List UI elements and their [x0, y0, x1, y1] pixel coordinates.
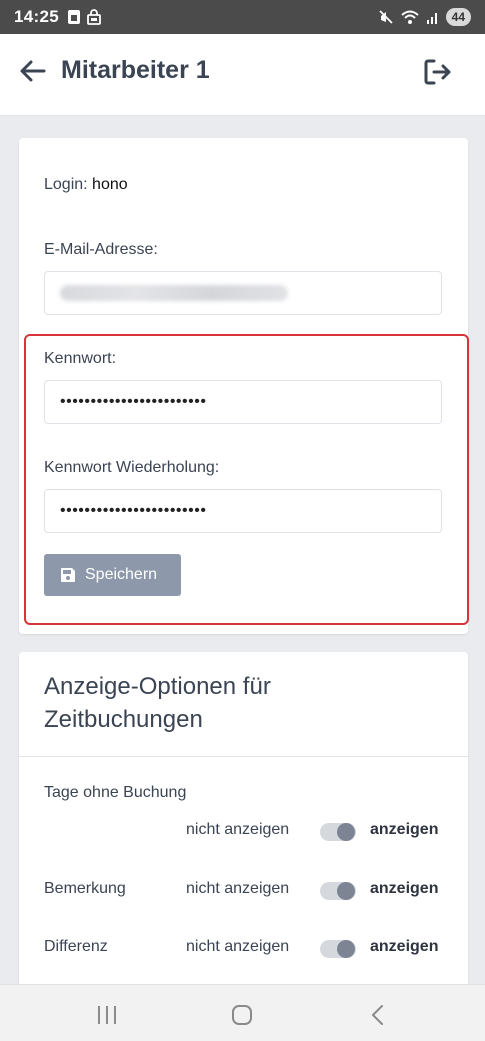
option-label-remark: Bemerkung	[44, 880, 126, 897]
email-field[interactable]	[44, 271, 442, 315]
toggle-knob	[337, 882, 355, 900]
login-info: Login: hono	[44, 176, 128, 194]
lock-icon	[86, 9, 102, 25]
recent-apps-icon[interactable]	[96, 1005, 118, 1025]
battery-indicator: 44	[445, 8, 471, 26]
home-icon[interactable]	[231, 1004, 253, 1026]
option-off-label: nicht anzeigen	[186, 938, 290, 955]
save-button[interactable]: Speichern	[44, 554, 181, 596]
option-off-label: nicht anzeigen	[186, 880, 290, 897]
display-options-card: Anzeige-Optionen für Zeitbuchungen Tage …	[19, 652, 468, 992]
login-value: hono	[92, 176, 128, 193]
wifi-icon	[400, 9, 420, 25]
password-value: ••••••••••••••••••••••••	[60, 393, 207, 410]
nav-back-icon[interactable]	[369, 1004, 387, 1026]
logout-icon[interactable]	[422, 56, 454, 88]
app-header: Mitarbeiter 1	[0, 34, 485, 116]
navigation-bar	[0, 984, 485, 1041]
mute-icon	[378, 9, 394, 25]
signal-icon	[426, 9, 440, 25]
display-options-title: Anzeige-Optionen für Zeitbuchungen	[44, 673, 271, 733]
password-field[interactable]: ••••••••••••••••••••••••	[44, 380, 442, 424]
password-repeat-field[interactable]: ••••••••••••••••••••••••	[44, 489, 442, 533]
password-label: Kennwort:	[44, 350, 117, 367]
status-bar: 14:25 44	[0, 0, 485, 34]
arrow-left-icon[interactable]	[18, 56, 48, 86]
email-label: E-Mail-Adresse:	[44, 241, 158, 258]
sim-icon	[67, 9, 81, 25]
divider	[19, 756, 468, 757]
toggle-remark[interactable]	[320, 882, 356, 900]
password-repeat-label: Kennwort Wiederholung:	[44, 459, 220, 476]
status-time: 14:25	[14, 7, 59, 26]
page-title: Mitarbeiter 1	[61, 56, 210, 84]
toggle-empty-days[interactable]	[320, 823, 356, 841]
toggle-difference[interactable]	[320, 940, 356, 958]
toggle-knob	[337, 823, 355, 841]
option-off-label: nicht anzeigen	[186, 821, 290, 838]
toggle-knob	[337, 940, 355, 958]
floppy-disk-icon	[60, 567, 76, 583]
option-on-label: anzeigen	[370, 821, 439, 838]
login-label: Login:	[44, 176, 88, 193]
password-repeat-value: ••••••••••••••••••••••••	[60, 502, 207, 519]
option-label-empty-days: Tage ohne Buchung	[44, 784, 187, 801]
email-value-blurred	[60, 285, 288, 301]
option-on-label: anzeigen	[370, 880, 439, 897]
option-on-label: anzeigen	[370, 938, 439, 955]
account-card: Login: hono E-Mail-Adresse: Kennwort: ••…	[19, 138, 469, 634]
save-button-label: Speichern	[85, 566, 158, 583]
option-label-difference: Differenz	[44, 938, 108, 955]
